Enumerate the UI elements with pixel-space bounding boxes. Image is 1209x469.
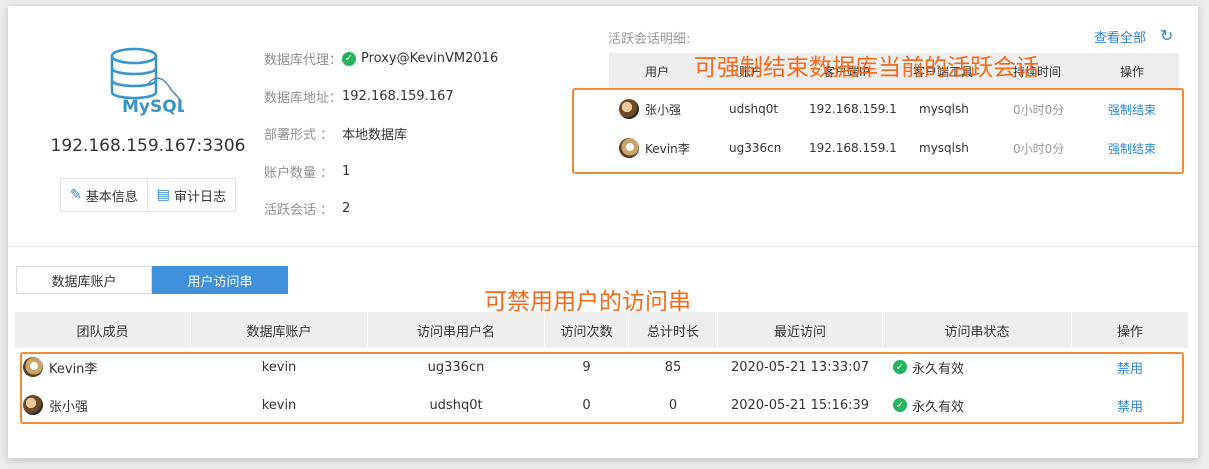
database-detail-card: MySQL 192.168.159.167:3306 ✎ 基本信息 ▤ 审计日志… <box>8 6 1198 458</box>
divider <box>8 246 1198 247</box>
account-count-row: 账户数量 ： 1 <box>264 164 351 181</box>
db-action-buttons: ✎ 基本信息 ▤ 审计日志 <box>60 178 236 212</box>
session-annotation: 可强制结束数据库当前的活跃会话 <box>694 55 1039 81</box>
document-icon: ▤ <box>156 187 170 203</box>
audit-log-button[interactable]: ▤ 审计日志 <box>146 179 235 211</box>
active-session-row: 活跃会话 ： 2 <box>264 201 351 218</box>
basic-info-button[interactable]: ✎ 基本信息 <box>61 179 147 211</box>
tab-bar: 数据库账户 用户访问串 <box>16 266 288 294</box>
address-row: 数据库地址： 192.168.159.167 <box>264 89 454 106</box>
view-all-link[interactable]: 查看全部 <box>1094 27 1146 46</box>
proxy-row: 数据库代理： ✓ Proxy@KevinVM2016 <box>264 51 499 68</box>
access-highlight-box <box>20 352 1184 424</box>
session-title: 活跃会话明细: <box>608 32 691 47</box>
refresh-icon[interactable]: ↻ <box>1160 26 1173 45</box>
tab-user-access[interactable]: 用户访问串 <box>152 266 288 294</box>
deploy-row: 部署形式 ： 本地数据库 <box>264 128 408 143</box>
mysql-database-icon: MySQL <box>104 44 188 120</box>
database-address: 192.168.159.167:3306 <box>50 136 246 156</box>
session-highlight-box <box>572 88 1184 174</box>
tab-db-accounts[interactable]: 数据库账户 <box>16 266 152 294</box>
edit-icon: ✎ <box>70 187 82 203</box>
check-icon: ✓ <box>342 51 356 66</box>
mysql-logo-text: MySQL <box>122 97 184 117</box>
access-table-header: 团队成员 数据库账户 访问串用户名 访问次数 总计时长 最近访问 访问串状态 操… <box>15 312 1188 348</box>
access-annotation: 可禁用用户的访问串 <box>484 289 691 315</box>
